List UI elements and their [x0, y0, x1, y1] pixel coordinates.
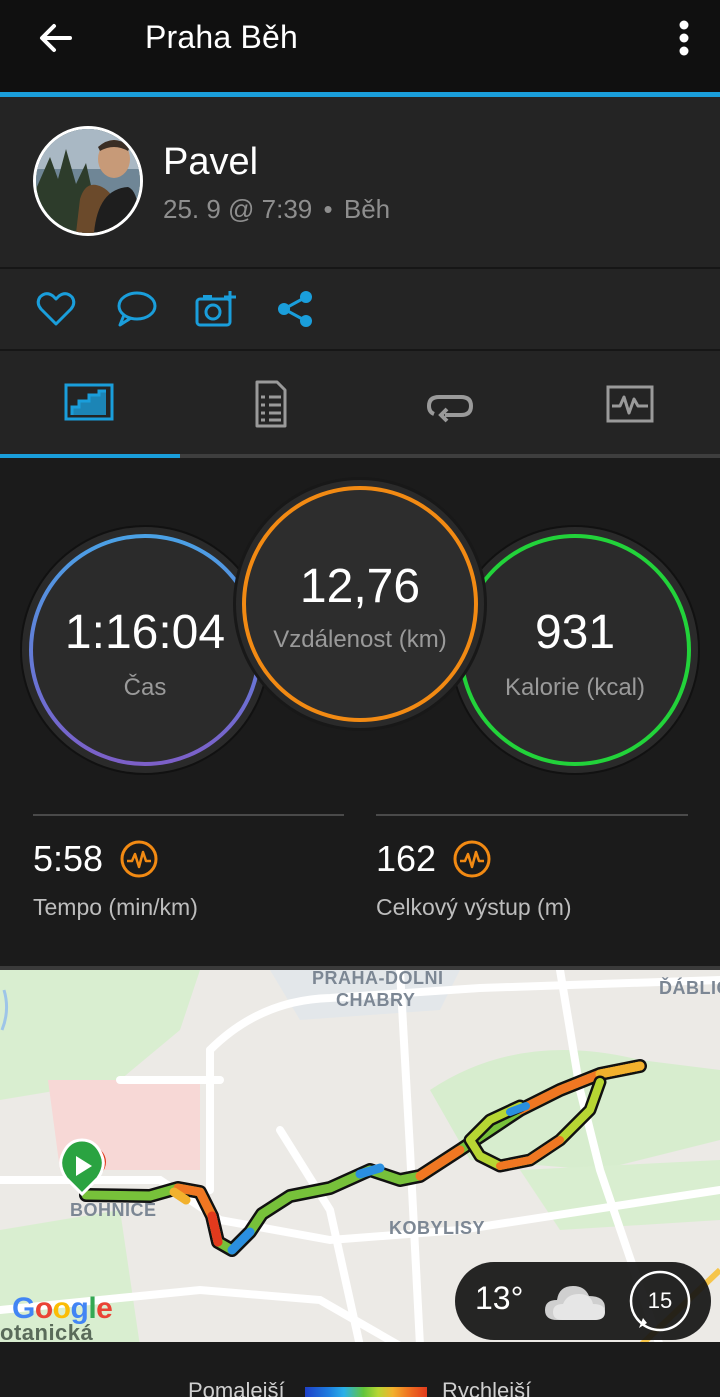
heart-icon[interactable]: [34, 289, 78, 329]
map-label-praha-dolni: PRAHA-DOLNÍ: [312, 968, 444, 988]
pace-chart-icon[interactable]: [119, 839, 159, 879]
tab-charts[interactable]: [540, 351, 720, 457]
divider: [376, 814, 688, 816]
cloudy-icon: [545, 1286, 605, 1320]
wind-speed: 15: [647, 1288, 673, 1313]
add-photo-icon[interactable]: [194, 289, 238, 329]
time-ring: 1:16:04 Čas: [22, 527, 268, 773]
activity-type: Běh: [343, 194, 391, 224]
map-label-kobylisy: KOBYLISY: [389, 1218, 486, 1238]
distance-label: Vzdálenost (km): [273, 625, 447, 653]
calories-ring: 931 Kalorie (kcal): [452, 527, 698, 773]
time-label: Čas: [123, 673, 167, 701]
avatar[interactable]: [33, 126, 143, 236]
details-tab-icon: [255, 380, 287, 428]
tab-bar: [0, 351, 720, 457]
divider: [33, 814, 344, 816]
map-label-bohnice: BOHNICE: [70, 1200, 157, 1220]
action-bar: [0, 269, 720, 349]
weather-badge[interactable]: 13° 15: [455, 1262, 711, 1340]
distance-ring: 12,76 Vzdálenost (km): [236, 480, 484, 728]
activity-meta: 25. 9 @ 7:39 • Běh: [163, 194, 390, 225]
google-logo: Google: [12, 1292, 113, 1325]
pace-value: 5:58: [33, 838, 104, 879]
legend-faster: Rychlejší: [442, 1378, 532, 1397]
overview-tab-icon: [64, 383, 114, 421]
calories-label: Kalorie (kcal): [504, 673, 646, 701]
arrow-left-icon[interactable]: [36, 18, 76, 58]
activity-header: Pavel 25. 9 @ 7:39 • Běh: [0, 97, 720, 267]
charts-tab-icon: [606, 385, 654, 423]
ascent-value: 162: [376, 838, 437, 879]
pace-label: Tempo (min/km): [33, 894, 198, 920]
route-map[interactable]: PRAHA-DOLNÍ CHABRY ĎÁBLIC BOHNICE KOBYLI…: [0, 966, 720, 1342]
activity-date: 25. 9 @ 7:39: [163, 194, 313, 224]
share-icon[interactable]: [274, 289, 318, 329]
pace-gradient-bar: [305, 1387, 427, 1397]
pace-legend: Pomalejší Rychlejší: [0, 1342, 720, 1397]
pace-metric: 5:58 Tempo (min/km): [33, 838, 198, 921]
comment-icon[interactable]: [114, 289, 158, 329]
distance-value: 12,76: [299, 559, 421, 613]
map-label-dablice: ĎÁBLIC: [659, 978, 720, 998]
app-bar: Praha Běh: [0, 0, 720, 92]
more-vertical-icon[interactable]: [678, 20, 690, 56]
ascent-chart-icon[interactable]: [452, 839, 492, 879]
legend-slower: Pomalejší: [188, 1378, 285, 1397]
ascent-metric: 162 Celkový výstup (m): [376, 838, 572, 921]
weather-temperature: 13°: [475, 1280, 524, 1316]
page-title: Praha Běh: [145, 19, 299, 55]
laps-tab-icon: [426, 395, 474, 423]
stats-panel: 1:16:04 Čas 931 Kalorie (kcal) 12,76 Vzd…: [0, 458, 720, 966]
map-label-chabry: CHABRY: [336, 990, 416, 1010]
tab-overview[interactable]: [0, 351, 180, 457]
tab-details[interactable]: [180, 351, 360, 457]
user-name[interactable]: Pavel: [163, 141, 258, 184]
ascent-label: Celkový výstup (m): [376, 894, 572, 920]
tab-laps[interactable]: [360, 351, 540, 457]
meta-separator: •: [323, 194, 333, 224]
calories-value: 931: [534, 605, 616, 659]
time-value: 1:16:04: [64, 605, 226, 659]
